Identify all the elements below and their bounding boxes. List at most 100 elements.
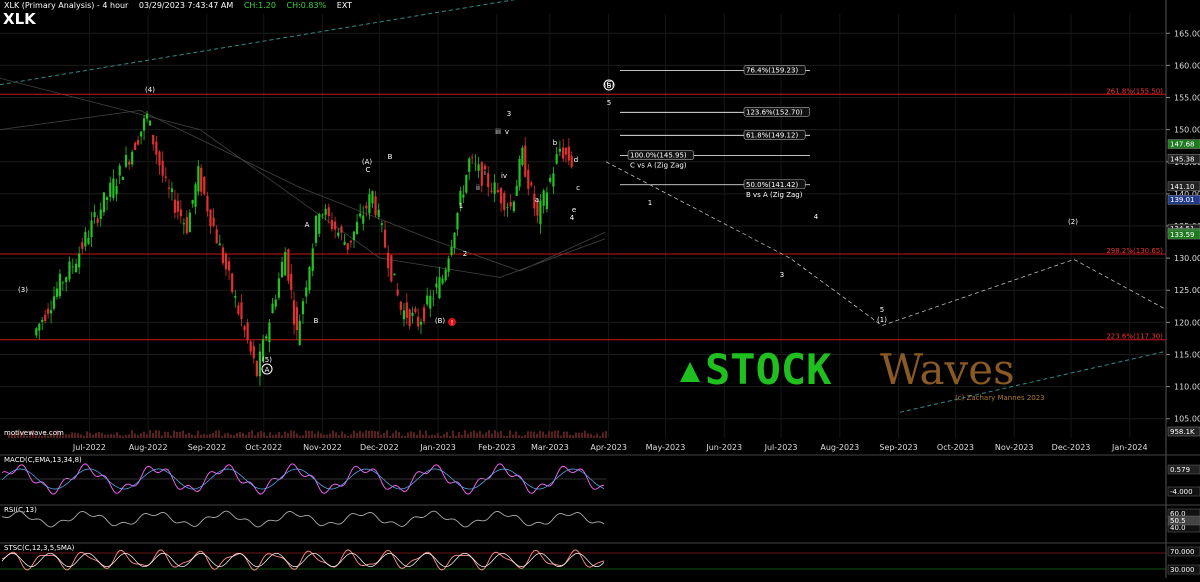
candle-body <box>426 295 429 305</box>
volume-bar <box>281 435 283 438</box>
volume-bar <box>293 430 295 438</box>
volume-bar <box>188 432 190 438</box>
candle-body <box>290 273 293 290</box>
volume-bar <box>200 434 202 438</box>
candle-body <box>374 196 377 216</box>
candle-body <box>38 323 41 331</box>
volume-bar <box>191 434 193 438</box>
candle-body <box>311 248 314 271</box>
y-tick-label: 160.00 <box>1174 61 1200 70</box>
volume-bar <box>458 431 460 438</box>
volume-bar <box>404 435 406 438</box>
x-tick-label: May-2023 <box>646 443 686 452</box>
volume-bar <box>212 432 214 438</box>
volume-bar <box>137 434 139 438</box>
volume-bar <box>101 432 103 438</box>
volume-bar <box>566 431 568 438</box>
wave-label: 1 <box>459 202 463 210</box>
x-tick-label: Nov-2022 <box>303 443 342 452</box>
volume-bar <box>170 435 172 438</box>
volume-bar <box>71 432 73 438</box>
wave-label: b <box>553 139 558 147</box>
volume-bar <box>278 431 280 438</box>
fib-target-label: 76.4%(159.23) <box>746 66 798 74</box>
volume-bar <box>119 435 121 438</box>
candle-body <box>327 207 330 217</box>
candle-body <box>496 190 499 193</box>
volume-bar <box>347 435 349 438</box>
panel-title: MACD(C,EMA,13,34,8) <box>4 456 82 464</box>
chart-svg[interactable]: 165.00160.00155.00150.00145.00140.00135.… <box>0 0 1200 578</box>
volume-bar <box>272 435 274 438</box>
volume-bar <box>422 434 424 438</box>
volume-bar <box>521 435 523 438</box>
volume-bar <box>551 431 553 438</box>
chart-header: XLK (Primary Analysis) - 4 hour 03/29/20… <box>4 1 360 10</box>
volume-bar <box>203 433 205 438</box>
volume-bar <box>344 433 346 438</box>
volume-bar <box>470 431 472 438</box>
candle-body <box>462 194 465 198</box>
volume-bar <box>425 430 427 438</box>
candle-body <box>265 336 268 339</box>
panel-title: STSC(C,12,3,5,SMA) <box>4 544 75 552</box>
wave-label: B <box>314 317 319 325</box>
forecast-wave-label: 5 <box>880 306 884 314</box>
volume-bar <box>128 434 130 438</box>
candle-body <box>365 205 368 209</box>
candle-body <box>158 151 161 166</box>
volume-bar <box>251 430 253 438</box>
candle-body <box>194 184 197 207</box>
candle-body <box>343 241 346 245</box>
volume-bar <box>533 431 535 438</box>
volume-bar <box>398 432 400 438</box>
volume-bar <box>431 434 433 438</box>
x-tick-label: Apr-2023 <box>590 443 627 452</box>
candle-body <box>109 182 112 197</box>
chart-datetime: 03/29/2023 7:43:47 AM <box>138 1 234 10</box>
volume-bar <box>182 430 184 438</box>
price-tag-label: 141.10 <box>1170 183 1195 191</box>
wave-label: ii <box>476 184 480 192</box>
volume-bar <box>452 430 454 438</box>
volume-bar <box>593 435 595 438</box>
volume-bar <box>518 435 520 438</box>
candle-body <box>417 316 420 327</box>
candle-body <box>444 269 447 281</box>
wave-label: (B) <box>435 317 446 325</box>
candle-body <box>212 217 215 227</box>
fib-target-label: 50.0%(141.42) <box>746 181 798 189</box>
volume-bar <box>560 435 562 438</box>
candle-body <box>81 242 84 249</box>
candle-body <box>408 309 411 326</box>
wave-label: i <box>484 169 486 177</box>
x-tick-label: Dec-2023 <box>1052 443 1091 452</box>
candle-body <box>35 328 38 336</box>
candle-body <box>167 187 171 189</box>
volume-bar <box>299 435 301 438</box>
volume-bar <box>116 432 118 438</box>
candle-body <box>203 177 206 195</box>
volume-bar <box>539 430 541 438</box>
volume-bar <box>65 434 67 438</box>
candle-body <box>124 154 128 167</box>
volume-bar <box>173 430 175 438</box>
candle-body <box>349 240 353 243</box>
volume-bar <box>599 435 601 438</box>
volume-bar <box>89 433 91 438</box>
volume-bar <box>185 433 187 438</box>
volume-bar <box>146 434 148 438</box>
chart-change: CH:1.20 <box>243 1 276 10</box>
price-tag-label: 139.01 <box>1170 196 1195 204</box>
chart-stage[interactable]: 165.00160.00155.00150.00145.00140.00135.… <box>0 0 1200 578</box>
volume-bar <box>206 434 208 438</box>
wave-label: 4 <box>570 214 575 222</box>
volume-bar <box>512 434 514 438</box>
candle-body <box>277 278 280 298</box>
volume-bar <box>95 432 97 438</box>
candle-body <box>405 302 408 318</box>
wave-label: iii <box>495 128 501 136</box>
volume-bar <box>374 431 376 438</box>
candle-body <box>164 176 167 178</box>
wave-label: (A) <box>362 158 373 166</box>
